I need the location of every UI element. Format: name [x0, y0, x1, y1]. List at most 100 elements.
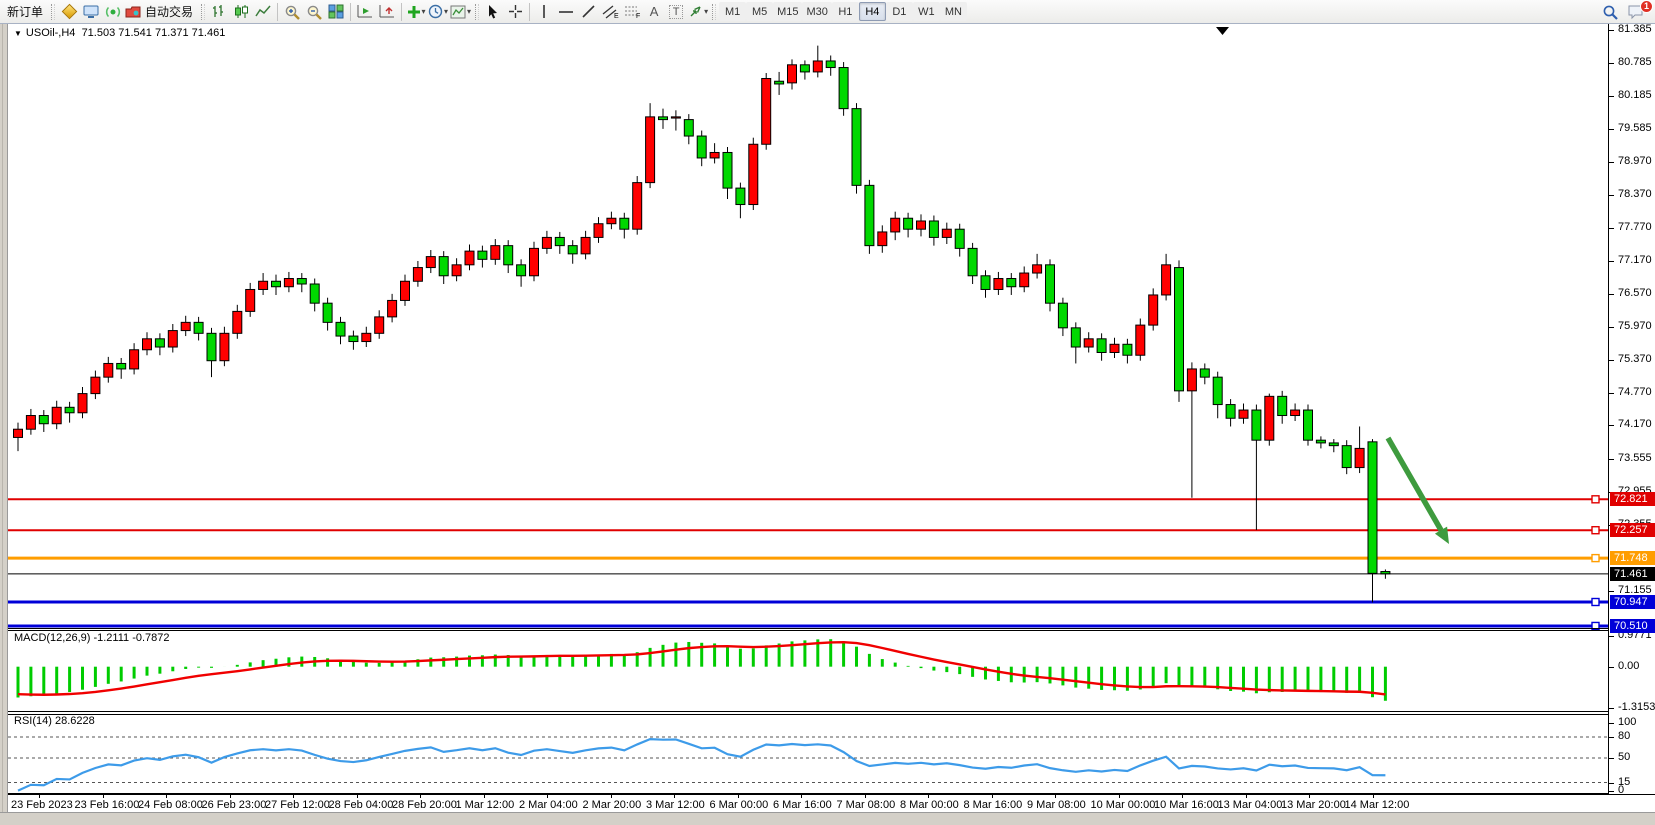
auto-scroll-icon	[357, 4, 373, 19]
toolbar-separator	[277, 3, 278, 21]
chart-canvas[interactable]	[8, 24, 1608, 794]
candle-body	[1304, 410, 1313, 440]
candle-body	[1213, 377, 1222, 404]
line-handle[interactable]	[1592, 496, 1599, 503]
timeframe-button-W1[interactable]: W1	[913, 2, 940, 21]
timeframe-button-MN[interactable]: MN	[940, 2, 967, 21]
cursor-arrow-icon	[486, 4, 500, 19]
candle-body	[594, 224, 603, 238]
horizontal-line-tool-button[interactable]	[555, 2, 577, 22]
candle-body	[1265, 396, 1274, 440]
candle-body	[762, 78, 771, 144]
candle-body	[929, 221, 938, 237]
line-handle[interactable]	[1592, 599, 1599, 606]
line-handle[interactable]	[1592, 527, 1599, 534]
line-chart-icon	[255, 4, 271, 19]
line-chart-mode-button[interactable]	[252, 2, 274, 22]
price-axis[interactable]: 81.38580.78580.18579.58578.97078.37077.7…	[1608, 24, 1655, 794]
channel-tool-button[interactable]: E	[599, 2, 621, 22]
timeframe-button-M30[interactable]: M30	[802, 2, 831, 21]
candle-body	[143, 339, 152, 350]
candle-body	[826, 61, 835, 68]
candle-body	[736, 188, 745, 204]
candle-body	[1046, 265, 1055, 303]
label-tool-button[interactable]: T	[665, 2, 687, 22]
time-axis-label: 1 Mar 12:00	[456, 799, 515, 811]
price-tick-label: 76.570	[1618, 287, 1652, 299]
timeframe-button-D1[interactable]: D1	[886, 2, 913, 21]
line-handle[interactable]	[1592, 555, 1599, 562]
time-tick-mark	[166, 795, 167, 798]
macd-axis-label: -1.3153	[1618, 701, 1655, 713]
price-tick-label: 81.385	[1618, 23, 1652, 35]
chart-area[interactable]: ▼USOil-,H4 71.503 71.541 71.371 71.461 M…	[8, 24, 1608, 794]
axis-tick-mark	[1609, 129, 1614, 130]
candle-body	[155, 339, 164, 347]
axis-tick-mark	[1609, 758, 1614, 759]
time-tick-mark	[39, 795, 40, 798]
candle-body	[1110, 344, 1119, 352]
candle-body	[904, 218, 913, 229]
bar-chart-mode-button[interactable]	[208, 2, 230, 22]
candle-body	[259, 281, 268, 289]
candle-body	[891, 218, 900, 232]
candle-body	[1342, 446, 1351, 468]
tile-windows-button[interactable]	[325, 2, 347, 22]
crosshair-tool-button[interactable]	[504, 2, 526, 22]
cursor-tool-button[interactable]	[482, 2, 504, 22]
time-axis-label: 13 Mar 04:00	[1218, 799, 1283, 811]
new-order-button[interactable]: 新订单	[2, 2, 48, 22]
indicators-button[interactable]: ▾	[405, 2, 427, 22]
terminal-button[interactable]	[80, 2, 102, 22]
autotrading-button[interactable]: 自动交易	[124, 2, 198, 22]
search-button[interactable]	[1599, 2, 1621, 22]
time-axis[interactable]: 23 Feb 202323 Feb 16:0024 Feb 08:0026 Fe…	[8, 794, 1655, 812]
fibonacci-icon: F	[624, 4, 641, 19]
chart-menu-caret-icon[interactable]: ▼	[14, 29, 22, 38]
candle-body	[1187, 369, 1196, 391]
signals-button[interactable]	[102, 2, 124, 22]
auto-scroll-button[interactable]	[354, 2, 376, 22]
chart-shift-button[interactable]	[376, 2, 398, 22]
timeframe-button-M15[interactable]: M15	[773, 2, 802, 21]
time-tick-mark	[801, 795, 802, 798]
candle-body	[697, 136, 706, 158]
templates-button[interactable]: ▾	[449, 2, 472, 22]
time-tick-mark	[992, 795, 993, 798]
vertical-line-tool-button[interactable]	[533, 2, 555, 22]
chart-template-icon	[450, 5, 466, 19]
toolbar-grip	[51, 4, 55, 20]
candlestick-mode-button[interactable]	[230, 2, 252, 22]
time-tick-mark	[674, 795, 675, 798]
timeframe-button-H4[interactable]: H4	[859, 2, 886, 21]
time-tick-mark	[357, 795, 358, 798]
annotation-arrow[interactable]	[1388, 438, 1441, 530]
period-button[interactable]: ▾	[427, 2, 449, 22]
candle-body	[1278, 396, 1287, 415]
candle-body	[130, 350, 139, 369]
candle-body	[491, 246, 500, 260]
zoom-out-button[interactable]	[303, 2, 325, 22]
fibonacci-tool-button[interactable]: F	[621, 2, 643, 22]
zoom-in-button[interactable]	[281, 2, 303, 22]
candle-body	[1316, 440, 1325, 443]
chart-shift-icon	[379, 4, 395, 19]
shift-end-marker-icon[interactable]	[1216, 27, 1229, 35]
trendline-tool-button[interactable]	[577, 2, 599, 22]
toolbar-grip	[475, 4, 479, 20]
metaeditor-button[interactable]	[58, 2, 80, 22]
time-tick-mark	[547, 795, 548, 798]
candle-body	[555, 237, 564, 245]
axis-tick-mark	[1609, 723, 1614, 724]
timeframe-button-H1[interactable]: H1	[832, 2, 859, 21]
time-axis-label: 14 Mar 12:00	[1345, 799, 1410, 811]
time-axis-label: 7 Mar 08:00	[837, 799, 896, 811]
timeframe-button-M5[interactable]: M5	[746, 2, 773, 21]
timeframe-button-M1[interactable]: M1	[719, 2, 746, 21]
candle-body	[1020, 273, 1029, 287]
crosshair-icon	[508, 4, 523, 19]
arrows-tool-button[interactable]: ▾	[687, 2, 709, 22]
candle-body	[568, 246, 577, 254]
text-tool-button[interactable]: A	[643, 2, 665, 22]
candle-body	[452, 265, 461, 276]
